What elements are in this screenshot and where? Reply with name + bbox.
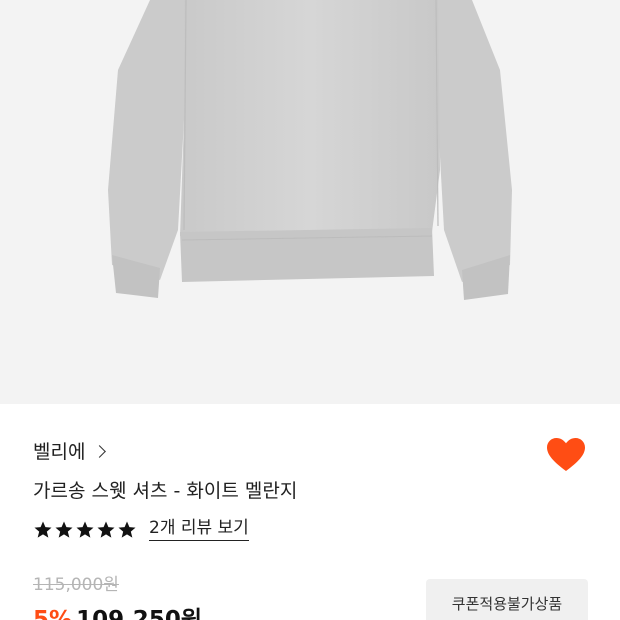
review-link[interactable]: 2개 리뷰 보기 [149, 518, 249, 541]
chevron-right-icon [93, 444, 107, 458]
sale-price: 109,250원 [76, 607, 202, 620]
star-icon [76, 521, 94, 538]
heart-icon[interactable] [546, 437, 586, 473]
brand-link[interactable]: 벨리에 [33, 437, 107, 464]
star-icon [34, 521, 52, 538]
product-detail-page: 벨리에 가르송 스웻 셔츠 - 화이트 멜란지 2개 리뷰 보기 115,000… [0, 0, 620, 620]
star-icon [97, 521, 115, 538]
product-info: 벨리에 가르송 스웻 셔츠 - 화이트 멜란지 2개 리뷰 보기 115,000… [0, 404, 620, 620]
price-row: 5% 109,250원 [33, 600, 202, 620]
star-icon [55, 521, 73, 538]
product-image[interactable] [0, 0, 620, 404]
rating-row: 2개 리뷰 보기 [33, 518, 249, 541]
star-icon [118, 521, 136, 538]
product-title: 가르송 스웻 셔츠 - 화이트 멜란지 [33, 480, 298, 502]
coupon-unavailable-badge: 쿠폰적용불가상품 [426, 579, 588, 620]
original-price: 115,000원 [33, 575, 119, 595]
star-rating [33, 520, 137, 540]
sweatshirt-illustration [108, 0, 512, 300]
brand-name[interactable]: 벨리에 [33, 437, 85, 464]
discount-rate: 5% [33, 607, 73, 620]
